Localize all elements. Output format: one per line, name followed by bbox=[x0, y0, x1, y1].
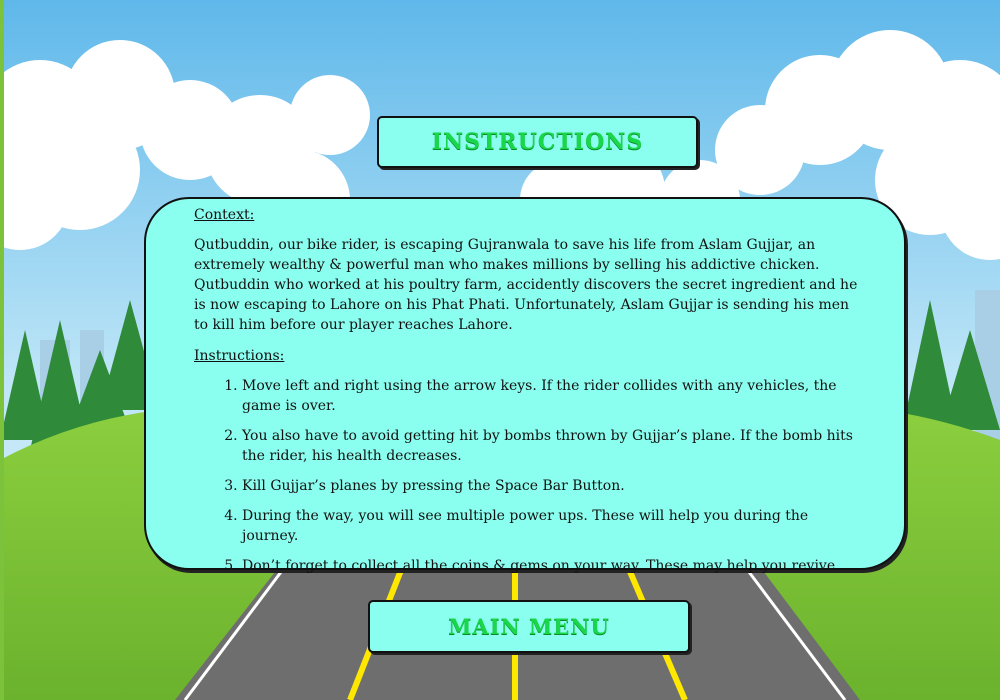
list-item: You also have to avoid getting hit by bo… bbox=[242, 426, 860, 466]
main-menu-button[interactable]: MAIN MENU bbox=[368, 600, 690, 653]
list-item: Kill Gujjar’s planes by pressing the Spa… bbox=[242, 476, 860, 496]
left-border-strip bbox=[0, 0, 4, 700]
list-item: Move left and right using the arrow keys… bbox=[242, 376, 860, 416]
instructions-title: INSTRUCTIONS bbox=[431, 129, 644, 155]
list-item: Don’t forget to collect all the coins & … bbox=[242, 556, 860, 576]
context-body: Qutbuddin, our bike rider, is escaping G… bbox=[194, 237, 858, 333]
instructions-list: Move left and right using the arrow keys… bbox=[194, 376, 860, 576]
main-menu-label: MAIN MENU bbox=[448, 614, 610, 639]
context-heading: Context: bbox=[194, 207, 255, 223]
instructions-panel: Context: Qutbuddin, our bike rider, is e… bbox=[144, 197, 906, 574]
instructions-heading: Instructions: bbox=[194, 348, 285, 364]
instructions-title-box: INSTRUCTIONS bbox=[377, 116, 698, 168]
list-item: During the way, you will see multiple po… bbox=[242, 506, 860, 546]
